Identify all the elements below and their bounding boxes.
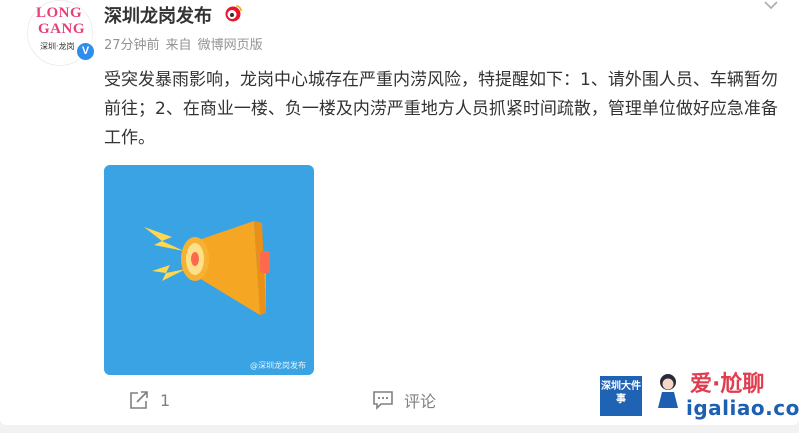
share-count: 1 [160,390,171,410]
post-image[interactable]: @深圳龙岗发布 [104,165,314,375]
comment-icon [373,391,393,410]
share-button[interactable]: 1 [128,387,170,413]
post-time[interactable]: 27分钟前 [104,38,160,53]
weibo-post-card: LONG GANG 深圳·龙岗 V 深圳龙岗发布 27分钟前 来自 微博网页版 受突… [0,0,799,425]
verified-badge-icon: V [75,41,96,62]
chevron-down-icon[interactable] [763,0,779,10]
share-icon [130,391,148,409]
avatar-logo-line2: GANG [38,21,85,37]
comment-label: 评论 [404,392,437,411]
watermark-badge: 深圳大件事 [600,376,642,416]
avatar-logo-line3: 深圳·龙岗 [40,42,75,51]
username[interactable]: 深圳龙岗发布 [104,2,212,28]
avatar-logo-line1: LONG [36,5,83,21]
megaphone-icon [144,221,270,315]
watermark-mascot-icon [658,374,678,408]
post-text: 受突发暴雨影响，龙岗中心城存在严重内涝风险，特提醒如下：1、请外围人员、车辆暂勿… [104,70,778,148]
watermark-site-url: igaliao.com [686,396,799,420]
post-source: 微博网页版 [197,38,263,53]
post-meta: 27分钟前 来自 微博网页版 [104,34,269,53]
comment-button[interactable]: 评论 [372,387,436,413]
weibo-emblem-icon [225,5,242,22]
watermark-site-name: 爱·尬聊 [690,372,765,397]
image-watermark: @深圳龙岗发布 [250,361,306,370]
post-source-prefix: 来自 [165,38,192,53]
